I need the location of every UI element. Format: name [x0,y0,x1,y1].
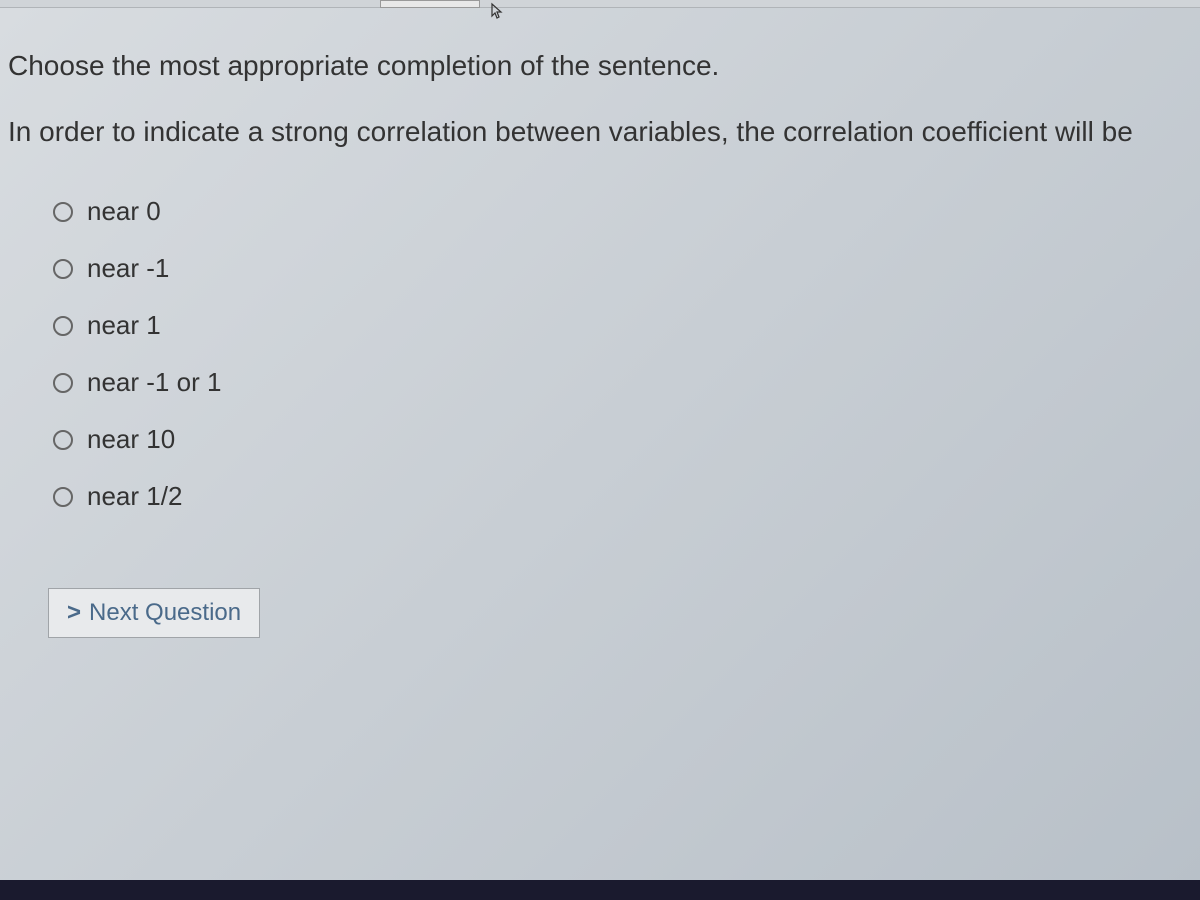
radio-icon [53,430,73,450]
option-label: near 1 [87,310,161,341]
option-label: near 10 [87,424,175,455]
question-prompt: Choose the most appropriate completion o… [8,50,1192,82]
option-near-1[interactable]: near 1 [53,310,1192,341]
top-divider [0,0,1200,8]
option-near-0[interactable]: near 0 [53,196,1192,227]
options-group: near 0 near -1 near 1 near -1 or 1 near … [8,196,1192,512]
question-text: In order to indicate a strong correlatio… [8,112,1192,151]
cursor-icon [490,2,506,20]
option-label: near 0 [87,196,161,227]
option-near-neg1-or-1[interactable]: near -1 or 1 [53,367,1192,398]
top-input-fragment [380,0,480,8]
option-label: near -1 [87,253,169,284]
option-near-10[interactable]: near 10 [53,424,1192,455]
question-container: Choose the most appropriate completion o… [8,30,1192,638]
radio-icon [53,316,73,336]
option-label: near 1/2 [87,481,182,512]
option-near-neg1[interactable]: near -1 [53,253,1192,284]
option-label: near -1 or 1 [87,367,221,398]
next-button-label: Next Question [89,599,241,627]
radio-icon [53,373,73,393]
option-near-half[interactable]: near 1/2 [53,481,1192,512]
radio-icon [53,487,73,507]
radio-icon [53,259,73,279]
taskbar [0,880,1200,900]
radio-icon [53,202,73,222]
next-question-button[interactable]: > Next Question [48,588,260,638]
chevron-right-icon: > [67,599,81,627]
